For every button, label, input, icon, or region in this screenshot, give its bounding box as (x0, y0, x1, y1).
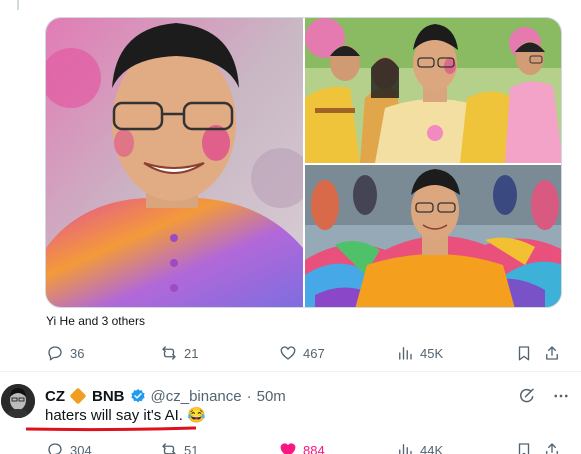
verified-badge-icon[interactable] (130, 388, 146, 404)
retweet-icon (162, 443, 176, 454)
grok-icon[interactable] (518, 387, 536, 405)
reply-button[interactable]: 304 (46, 440, 92, 454)
like-button[interactable]: 884 (279, 440, 325, 454)
like-button[interactable]: 467 (279, 343, 325, 363)
view-count: 44K (420, 442, 444, 454)
reply-count: 304 (70, 442, 92, 454)
reply-icon (48, 346, 62, 361)
display-name[interactable]: CZ (45, 388, 65, 405)
like-count: 467 (303, 345, 325, 361)
tweet-header: CZ BNB @cz_binance · 50m (45, 387, 286, 405)
bookmark-icon (518, 443, 530, 454)
red-underline-annotation (26, 426, 196, 432)
bookmark-icon (518, 346, 530, 361)
tweet-header-actions (518, 387, 570, 405)
media-grid[interactable] (45, 17, 562, 308)
avatar[interactable] (1, 384, 35, 418)
bookmark-button[interactable] (515, 343, 533, 363)
thread-connector-line (17, 0, 19, 10)
reply-button[interactable]: 36 (46, 343, 84, 363)
bookmark-button[interactable] (515, 440, 533, 454)
view-count: 45K (420, 345, 444, 361)
bnb-diamond-icon (69, 387, 87, 405)
retweet-count: 51 (184, 442, 199, 454)
timestamp[interactable]: 50m (257, 388, 286, 405)
tweet-text: haters will say it's AI. 😂 (45, 407, 206, 424)
views-button[interactable]: 44K (396, 440, 443, 454)
like-count: 884 (303, 442, 325, 454)
share-button[interactable] (543, 440, 561, 454)
photo-colored-powder[interactable] (305, 165, 561, 307)
share-button[interactable] (543, 343, 561, 363)
reply-icon (48, 443, 62, 454)
views-button[interactable]: 45K (396, 343, 443, 363)
user-handle[interactable]: @cz_binance (151, 388, 242, 405)
retweet-button[interactable]: 51 (160, 440, 198, 454)
tweet-divider (0, 371, 581, 372)
analytics-icon (399, 347, 412, 360)
tweet-action-bar: 304 51 884 44K (46, 440, 562, 454)
heart-filled-icon (280, 443, 296, 454)
share-icon (546, 443, 558, 454)
display-name-suffix[interactable]: BNB (92, 388, 125, 405)
photo-group-holi[interactable] (305, 18, 561, 163)
dot-separator: · (246, 387, 252, 405)
photo-main-holi-portrait[interactable] (46, 18, 303, 307)
retweet-button[interactable]: 21 (160, 343, 198, 363)
analytics-icon (399, 444, 412, 454)
more-options-icon[interactable] (552, 387, 570, 405)
share-icon (546, 346, 558, 360)
heart-icon (280, 346, 296, 360)
retweet-icon (162, 346, 176, 360)
tagged-users-text: Yi He and 3 others (46, 314, 145, 328)
reply-count: 36 (70, 345, 85, 361)
tweet-action-bar: 36 21 467 45K (46, 343, 562, 363)
tagged-users-label[interactable]: Yi He and 3 others (46, 314, 145, 328)
retweet-count: 21 (184, 345, 199, 361)
